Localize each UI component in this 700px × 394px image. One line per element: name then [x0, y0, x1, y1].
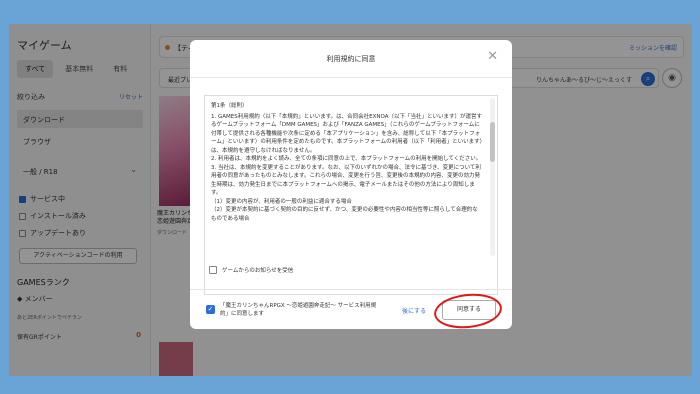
terms-heading: 第1条（総則） — [211, 103, 248, 109]
notify-label: ゲームからのお知らせを受信 — [222, 268, 294, 274]
desktop-top-strip — [0, 0, 700, 24]
terms-dialog: 利用規約に同意 ✕ 第1条（総則） 1. GAMES利用規約（以下「本規約」とい… — [190, 40, 512, 329]
close-icon[interactable]: ✕ — [487, 50, 498, 63]
dialog-title: 利用規約に同意 — [326, 55, 376, 63]
notify-checkbox[interactable]: ゲームからのお知らせを受信 — [209, 266, 293, 274]
terms-scrollbar[interactable] — [490, 98, 495, 256]
later-button[interactable]: 後にする — [402, 306, 426, 315]
desktop-right-strip — [692, 0, 700, 394]
terms-paragraph: （1）変更の内容が、利用者の一般の利益に適合する場合 — [211, 198, 352, 205]
terms-text: 第1条（総則） 1. GAMES利用規約（以下「本規約」といいます。は、合同会社… — [211, 102, 483, 258]
terms-paragraph: 1. GAMES利用規約（以下「本規約」といいます。は、合同会社EXNOA（以下… — [211, 113, 483, 154]
terms-paragraph: （2）変更が本契約に基づく契約の目的に反せず、かつ、変更の必要性や内容の相当性等… — [211, 207, 478, 222]
terms-paragraph: 2. 利用者は、本規約をよく読み、全ての条項に同意の上で、本プラットフォームの利… — [211, 156, 482, 162]
agree-checkbox[interactable]: ✓ — [206, 305, 215, 314]
desktop-bottom-strip — [0, 376, 700, 394]
terms-paragraph: 3. 当社は、本規約を変更することがあります。なお、以下のいずれかの場合、法令に… — [211, 164, 481, 197]
dialog-header: 利用規約に同意 ✕ — [190, 40, 512, 78]
agree-text: 「魔王カリンちゃんRPGX 〜恋姫遊園奔走記〜 サービス利用規約」に同意します — [220, 303, 377, 317]
checkbox-icon — [209, 266, 217, 274]
scrollbar-thumb[interactable] — [490, 122, 495, 162]
desktop-left-strip — [0, 0, 9, 394]
terms-box[interactable]: 第1条（総則） 1. GAMES利用規約（以下「本規約」といいます。は、合同会社… — [204, 95, 498, 295]
